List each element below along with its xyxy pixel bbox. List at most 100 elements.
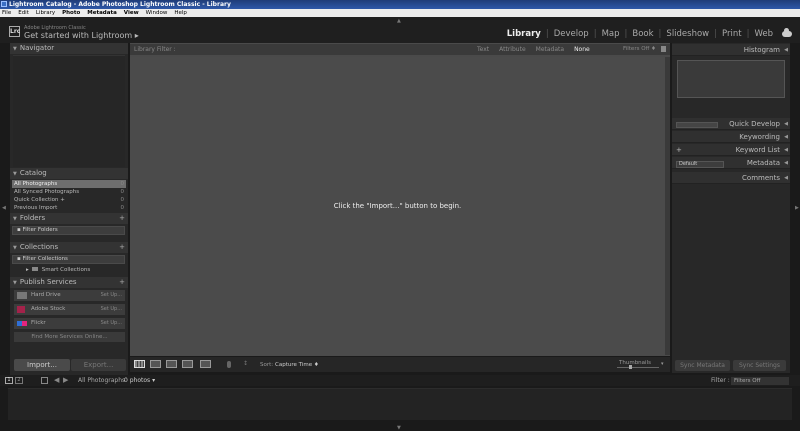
grid-view-icon[interactable] bbox=[134, 360, 145, 368]
export-button[interactable]: Export... bbox=[71, 359, 126, 371]
module-develop[interactable]: Develop bbox=[549, 29, 594, 39]
module-book[interactable]: Book bbox=[627, 29, 658, 39]
filter-tab-text[interactable]: Text bbox=[477, 44, 489, 55]
publish-item-label: Hard Drive bbox=[31, 292, 61, 298]
sync-metadata-button[interactable]: Sync Metadata bbox=[675, 360, 730, 371]
histogram-header[interactable]: Histogram ◀ bbox=[672, 44, 790, 56]
navigator-header[interactable]: ▼ Navigator bbox=[10, 43, 128, 54]
catalog-title: Catalog bbox=[19, 169, 47, 177]
add-publish-service-icon[interactable]: + bbox=[119, 277, 125, 288]
publish-setup-button[interactable]: Set Up... bbox=[101, 318, 122, 329]
collapse-left-icon[interactable]: ◀ bbox=[2, 205, 6, 211]
collapse-triangle-icon: ◀ bbox=[784, 160, 788, 166]
module-slideshow[interactable]: Slideshow bbox=[661, 29, 714, 39]
grid-icon[interactable] bbox=[41, 377, 48, 384]
filter-tab-none[interactable]: None bbox=[574, 44, 590, 55]
thumbnail-size-slider[interactable] bbox=[617, 365, 659, 369]
filter-folders-input[interactable]: ▪ Filter Folders bbox=[12, 226, 125, 235]
filmstrip-source[interactable]: All Photographs bbox=[78, 377, 125, 384]
back-arrow-icon[interactable]: ◀ bbox=[54, 376, 59, 384]
publish-setup-button[interactable]: Set Up... bbox=[101, 290, 122, 301]
publish-hard-drive[interactable]: Hard Drive Set Up... bbox=[14, 290, 125, 301]
collapse-triangle-icon: ◀ bbox=[784, 147, 788, 153]
catalog-item-previous-import[interactable]: Previous Import 0 bbox=[12, 204, 126, 212]
smart-collections-item[interactable]: ▸ Smart Collections bbox=[26, 267, 90, 273]
photo-count-dropdown[interactable]: 0 photos ▾ bbox=[124, 377, 155, 384]
catalog-header[interactable]: ▼ Catalog bbox=[10, 168, 128, 179]
keywording-header[interactable]: Keywording ◀ bbox=[672, 131, 790, 143]
menu-edit[interactable]: Edit bbox=[18, 9, 29, 17]
find-more-services-button[interactable]: Find More Services Online... bbox=[14, 332, 125, 342]
folders-header[interactable]: ▼ Folders + bbox=[10, 213, 128, 224]
filter-tab-metadata[interactable]: Metadata bbox=[536, 44, 564, 55]
lock-icon[interactable] bbox=[661, 46, 666, 52]
add-collection-icon[interactable]: + bbox=[119, 242, 125, 253]
menu-window[interactable]: Window bbox=[146, 9, 168, 17]
get-started-link[interactable]: Get started with Lightroom ▸ bbox=[24, 31, 139, 40]
comments-header[interactable]: Comments ◀ bbox=[672, 172, 790, 184]
collapse-triangle-icon: ◀ bbox=[784, 47, 788, 53]
collections-header[interactable]: ▼ Collections + bbox=[10, 242, 128, 253]
menu-photo[interactable]: Photo bbox=[62, 9, 80, 17]
collapse-bottom-icon[interactable]: ▼ bbox=[397, 425, 401, 431]
menu-metadata[interactable]: Metadata bbox=[87, 9, 117, 17]
add-folder-icon[interactable]: + bbox=[119, 213, 125, 224]
catalog-item-all-synced[interactable]: All Synced Photographs 0 bbox=[12, 188, 126, 196]
module-library[interactable]: Library bbox=[502, 29, 546, 39]
menu-file[interactable]: File bbox=[2, 9, 11, 17]
histogram-title: Histogram bbox=[743, 46, 780, 54]
window-titlebar: Lightroom Catalog - Adobe Photoshop Ligh… bbox=[0, 0, 800, 9]
publish-item-label: Adobe Stock bbox=[31, 306, 66, 312]
menu-help[interactable]: Help bbox=[174, 9, 187, 17]
module-web[interactable]: Web bbox=[749, 29, 778, 39]
sort-direction-icon[interactable]: ↕ bbox=[243, 360, 248, 367]
publish-adobe-stock[interactable]: Adobe Stock Set Up... bbox=[14, 304, 125, 315]
keyword-list-header[interactable]: Keyword List ◀ bbox=[672, 144, 790, 156]
hard-drive-icon bbox=[17, 292, 27, 299]
publish-setup-button[interactable]: Set Up... bbox=[101, 304, 122, 315]
people-view-icon[interactable] bbox=[200, 360, 211, 368]
secondary-window-button[interactable]: 2 bbox=[15, 377, 23, 384]
painter-icon[interactable] bbox=[227, 361, 231, 368]
grid-scrollbar[interactable] bbox=[665, 57, 670, 355]
module-map[interactable]: Map bbox=[597, 29, 625, 39]
histogram-display bbox=[677, 60, 785, 98]
catalog-item-quick-collection[interactable]: Quick Collection + 0 bbox=[12, 196, 126, 204]
metadata-preset-select[interactable]: Default bbox=[676, 161, 724, 168]
catalog-item-count: 0 bbox=[120, 189, 125, 195]
filter-preset-dropdown[interactable]: Filters Off ♦ bbox=[623, 44, 656, 55]
filter-tab-attribute[interactable]: Attribute bbox=[499, 44, 526, 55]
collapse-top-icon[interactable]: ▲ bbox=[397, 18, 401, 24]
toolbar-options-icon[interactable]: ▾ bbox=[661, 361, 664, 367]
navigator-preview[interactable] bbox=[13, 55, 125, 167]
publish-flickr[interactable]: Flickr Set Up... bbox=[14, 318, 125, 329]
slider-knob[interactable] bbox=[629, 365, 632, 369]
forward-arrow-icon[interactable]: ▶ bbox=[63, 376, 68, 384]
collapse-triangle-icon: ◀ bbox=[784, 134, 788, 140]
module-print[interactable]: Print bbox=[717, 29, 747, 39]
import-button[interactable]: Import... bbox=[14, 359, 70, 371]
filmstrip-filter-label: Filter : bbox=[711, 377, 730, 384]
compare-view-icon[interactable] bbox=[166, 360, 177, 368]
sort-dropdown[interactable]: Capture Time ♦ bbox=[275, 362, 319, 368]
menu-library[interactable]: Library bbox=[36, 9, 55, 17]
collapse-right-icon[interactable]: ▶ bbox=[795, 205, 799, 211]
smart-collections-label: Smart Collections bbox=[41, 267, 91, 273]
cloud-icon[interactable] bbox=[782, 28, 792, 37]
search-icon: ▪ bbox=[17, 256, 21, 262]
menu-view[interactable]: View bbox=[124, 9, 139, 17]
add-keyword-icon[interactable]: + bbox=[676, 146, 682, 154]
thumbnails-label: Thumbnails bbox=[619, 360, 651, 366]
filmstrip-filter-dropdown[interactable]: Filters Off bbox=[731, 377, 789, 385]
loupe-view-icon[interactable] bbox=[150, 360, 161, 368]
main-window-button[interactable]: 1 bbox=[5, 377, 13, 384]
survey-view-icon[interactable] bbox=[182, 360, 193, 368]
sync-settings-button[interactable]: Sync Settings bbox=[733, 360, 786, 371]
publish-services-header[interactable]: ▼ Publish Services + bbox=[10, 277, 128, 288]
catalog-item-all-photographs[interactable]: All Photographs 0 bbox=[12, 180, 126, 188]
saved-preset-select[interactable] bbox=[676, 122, 718, 128]
expand-triangle-icon: ▼ bbox=[13, 216, 17, 222]
catalog-item-count: 0 bbox=[120, 205, 125, 211]
filmstrip[interactable] bbox=[8, 388, 792, 420]
filter-collections-input[interactable]: ▪ Filter Collections bbox=[12, 255, 125, 264]
